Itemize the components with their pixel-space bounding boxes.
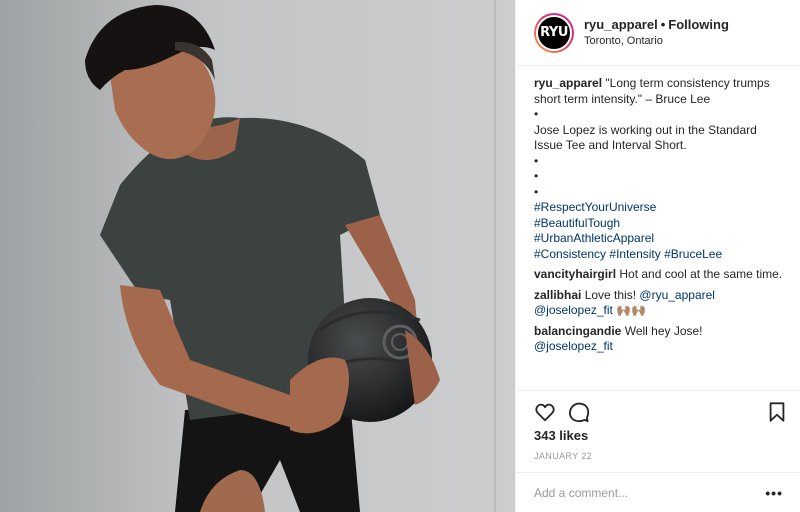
post-header: RYU ryu_apparel • Following Toronto, Ontar…: [516, 0, 800, 66]
comment-text: Well hey Jose!: [624, 323, 703, 338]
caption-text: Jose Lopez is working out in the Standar…: [534, 122, 757, 153]
mention-link[interactable]: @joselopez_fit: [534, 339, 784, 355]
hashtag-link[interactable]: #BruceLee: [664, 247, 722, 261]
header-line: ryu_apparel • Following: [584, 17, 729, 33]
bookmark-icon[interactable]: [766, 401, 788, 423]
comment-username[interactable]: balancingandie: [534, 324, 621, 338]
comment-username[interactable]: vancityhairgirl: [534, 267, 616, 281]
caption-bullet: •: [534, 184, 539, 199]
hashtag-link[interactable]: #UrbanAthleticApparel: [534, 231, 784, 247]
add-comment-bar: •••: [516, 472, 800, 512]
separator-dot: •: [660, 16, 666, 32]
caption-bullet: •: [534, 107, 539, 121]
username-link[interactable]: ryu_apparel: [584, 17, 658, 32]
caption-bullet: •: [534, 153, 539, 168]
post-sidebar: RYU ryu_apparel • Following Toronto, Ontar…: [515, 0, 800, 512]
avatar-ring[interactable]: RYU: [534, 12, 574, 53]
heart-icon[interactable]: [534, 401, 556, 423]
hashtag-link[interactable]: #RespectYourUniverse: [534, 200, 784, 216]
hashtag-link[interactable]: #Intensity: [609, 247, 660, 261]
hashtag-row: #Consistency #Intensity #BruceLee: [534, 247, 784, 263]
caption-bullet: •: [534, 169, 539, 183]
comment: vancityhairgirl Hot and cool at the same…: [534, 267, 784, 283]
caption: ryu_apparel "Long term consistency trump…: [534, 76, 784, 262]
comment: zallibhai Love this! @ryu_apparel @josel…: [534, 288, 784, 319]
action-bar: [516, 390, 800, 430]
comments-section: ryu_apparel "Long term consistency trump…: [534, 76, 784, 376]
post-photo[interactable]: [0, 0, 515, 512]
mention-link[interactable]: @joselopez_fit: [534, 303, 613, 317]
caption-username[interactable]: ryu_apparel: [534, 76, 602, 90]
follow-status-button[interactable]: Following: [668, 17, 729, 32]
avatar[interactable]: RYU: [536, 14, 572, 51]
comment-text: Love this!: [584, 287, 637, 302]
comment-input[interactable]: [534, 485, 754, 500]
raised-hands-emoji: 🙌🏽🙌🏽: [616, 303, 647, 317]
post-date: JANUARY 22: [534, 451, 593, 461]
header-text: ryu_apparel • Following Toronto, Ontario: [584, 17, 729, 49]
location-link[interactable]: Toronto, Ontario: [584, 33, 729, 49]
comment-icon[interactable]: [568, 401, 590, 423]
mention-link[interactable]: @ryu_apparel: [639, 288, 715, 302]
more-options-icon[interactable]: •••: [765, 485, 783, 501]
likes-count[interactable]: 343 likes: [534, 428, 588, 443]
comment-username[interactable]: zallibhai: [534, 288, 581, 302]
hashtag-link[interactable]: #BeautifulTough: [534, 216, 784, 232]
comment-text: Hot and cool at the same time.: [619, 267, 783, 281]
hashtag-link[interactable]: #Consistency: [534, 247, 606, 261]
instagram-post: RYU ryu_apparel • Following Toronto, Ontar…: [0, 0, 800, 512]
athlete-photo-illustration: [0, 0, 515, 512]
comment: balancingandie Well hey Jose! @joselopez…: [534, 324, 784, 355]
